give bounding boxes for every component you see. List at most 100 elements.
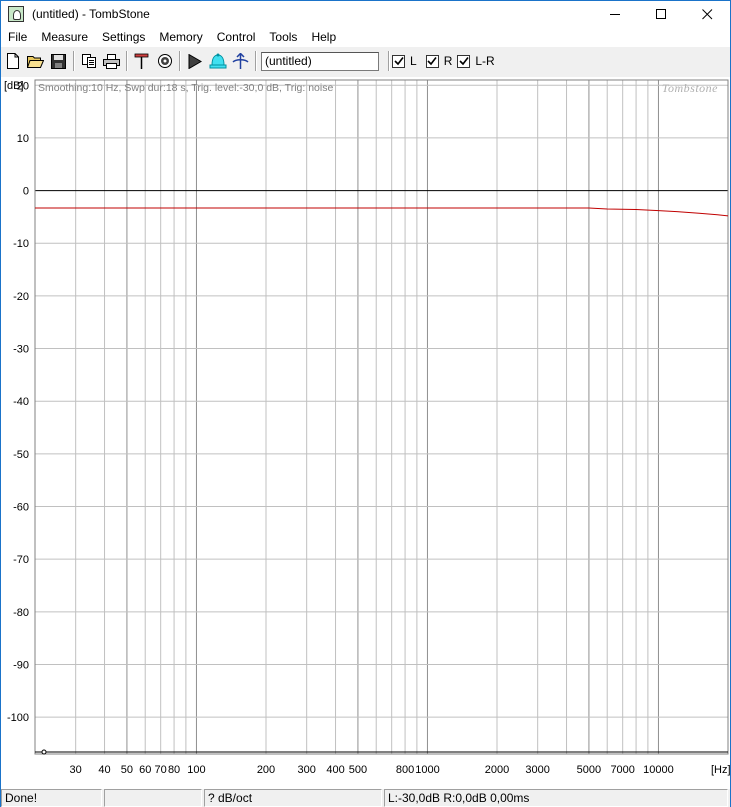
open-button[interactable]: [24, 50, 47, 72]
cursor-marker[interactable]: [35, 749, 728, 755]
generator-button[interactable]: [153, 50, 176, 72]
printer-icon: [103, 53, 120, 69]
x-axis-unit: [Hz]: [711, 764, 730, 776]
y-tick-label: -90: [13, 659, 29, 671]
measurement-name-input[interactable]: [261, 51, 379, 71]
checkmark-icon: [427, 57, 437, 66]
toolbar-separator: [73, 51, 74, 71]
status-message: Done!: [1, 789, 102, 807]
maximize-icon: [655, 8, 666, 19]
menu-file[interactable]: File: [1, 27, 34, 47]
y-tick-label: -30: [13, 344, 29, 356]
save-button[interactable]: [47, 50, 70, 72]
status-bar: Done! ? dB/oct L:-30,0dB R:0,0dB 0,00ms: [1, 789, 730, 807]
probe-icon: [134, 53, 149, 69]
frequency-response-graph[interactable]: 20 10 0 -10 -20 -30 -40 -50 -60 -70 -80 -90 -100 30 4…: [1, 77, 730, 789]
graph-canvas[interactable]: 20100-10-20-30-40-50-60-70-80-90-100 30 4…: [1, 77, 730, 789]
close-button[interactable]: [684, 1, 730, 27]
gear-icon: [157, 54, 172, 68]
menu-memory[interactable]: Memory: [152, 27, 209, 47]
x-tick-label: 80: [168, 764, 180, 776]
x-tick-label: 40: [98, 764, 110, 776]
channel-l-checkbox[interactable]: L: [392, 54, 417, 68]
x-tick-label: 400: [326, 764, 344, 776]
menu-help[interactable]: Help: [304, 27, 343, 47]
channel-r-checkbox[interactable]: R: [425, 54, 452, 68]
response-trace-line: [35, 207, 729, 217]
y-axis-ticks: 20100-10-20-30-40-50-60-70-80-90-100: [7, 80, 29, 724]
play-button[interactable]: [183, 50, 206, 72]
probe-button[interactable]: [130, 50, 153, 72]
y-tick-label: -80: [13, 607, 29, 619]
x-tick-label: 50: [121, 764, 133, 776]
grid-lines: [35, 80, 728, 754]
open-folder-icon: [27, 56, 44, 68]
antenna-icon: [232, 52, 249, 69]
y-tick-label: 10: [17, 133, 29, 145]
print-button[interactable]: [100, 50, 123, 72]
toolbar-separator: [255, 51, 256, 71]
toolbar-separator: [126, 51, 127, 71]
menu-measure[interactable]: Measure: [34, 27, 95, 47]
response-trace: [35, 207, 729, 217]
x-tick-label: 200: [257, 764, 275, 776]
x-tick-label: 60: [139, 764, 151, 776]
x-tick-label: 10000: [643, 764, 674, 776]
new-button[interactable]: [1, 50, 24, 72]
y-tick-label: 0: [23, 186, 29, 198]
menu-bar: File Measure Settings Memory Control Too…: [1, 27, 730, 47]
main-window: (untitled) - TombStone File Measure Sett…: [0, 0, 731, 807]
tombstone-watermark: Tombstone: [662, 81, 718, 95]
checkbox-box[interactable]: [457, 54, 471, 68]
scope-button[interactable]: [229, 50, 252, 72]
x-tick-label: 5000: [577, 764, 601, 776]
checkbox-box[interactable]: [392, 54, 405, 68]
toolbar-separator: [388, 51, 389, 71]
x-tick-label: 70: [155, 764, 167, 776]
copy-icon: [81, 54, 96, 68]
plot-frame: [34, 79, 729, 755]
minimize-button[interactable]: [592, 1, 638, 27]
window-title: (untitled) - TombStone: [32, 7, 150, 21]
y-tick-label: -20: [13, 291, 29, 303]
x-axis-ticks: 30 40 50 60 70 80 100 200 300 400 500 800 1000 2000 30…: [70, 764, 674, 776]
menu-control[interactable]: Control: [210, 27, 263, 47]
minimize-icon: [609, 13, 620, 15]
menu-settings[interactable]: Settings: [95, 27, 152, 47]
x-tick-label: 1000: [415, 764, 439, 776]
checkmark-icon: [393, 57, 404, 66]
channel-lr-checkbox[interactable]: L-R: [457, 54, 495, 68]
menu-tools[interactable]: Tools: [262, 27, 304, 47]
y-tick-label: -10: [13, 238, 29, 250]
measure-bell-button[interactable]: [206, 50, 229, 72]
x-tick-label: 7000: [610, 764, 634, 776]
x-tick-label: 3000: [525, 764, 549, 776]
measurement-info-text: Smoothing:10 Hz, Swp dur:18 s, Trig. lev…: [38, 82, 333, 94]
y-tick-label: -60: [13, 502, 29, 514]
copy-button[interactable]: [77, 50, 100, 72]
app-tombstone-icon[interactable]: [8, 6, 24, 22]
save-disk-icon: [51, 53, 66, 69]
x-tick-label: 30: [70, 764, 82, 776]
toolbar: L R L-R: [1, 48, 730, 74]
cursor-handle[interactable]: [41, 749, 47, 755]
x-tick-label: 800: [396, 764, 414, 776]
x-tick-label: 100: [187, 764, 205, 776]
y-tick-label: -100: [7, 712, 29, 724]
toolbar-separator: [179, 51, 180, 71]
x-tick-label: 500: [349, 764, 367, 776]
y-tick-label: -40: [13, 396, 29, 408]
play-icon: [188, 53, 202, 69]
checkbox-label: L: [410, 54, 417, 68]
x-tick-label: 2000: [485, 764, 509, 776]
y-tick-label: -70: [13, 554, 29, 566]
maximize-button[interactable]: [638, 1, 684, 27]
status-slope: ? dB/oct: [204, 789, 382, 807]
checkbox-label: L-R: [475, 54, 495, 68]
checkmark-icon: [459, 57, 469, 66]
title-bar[interactable]: (untitled) - TombStone: [1, 1, 730, 27]
x-tick-label: 300: [297, 764, 315, 776]
y-tick-label: -50: [13, 449, 29, 461]
checkbox-box[interactable]: [425, 54, 439, 68]
y-axis-unit: [dB]: [4, 80, 24, 92]
